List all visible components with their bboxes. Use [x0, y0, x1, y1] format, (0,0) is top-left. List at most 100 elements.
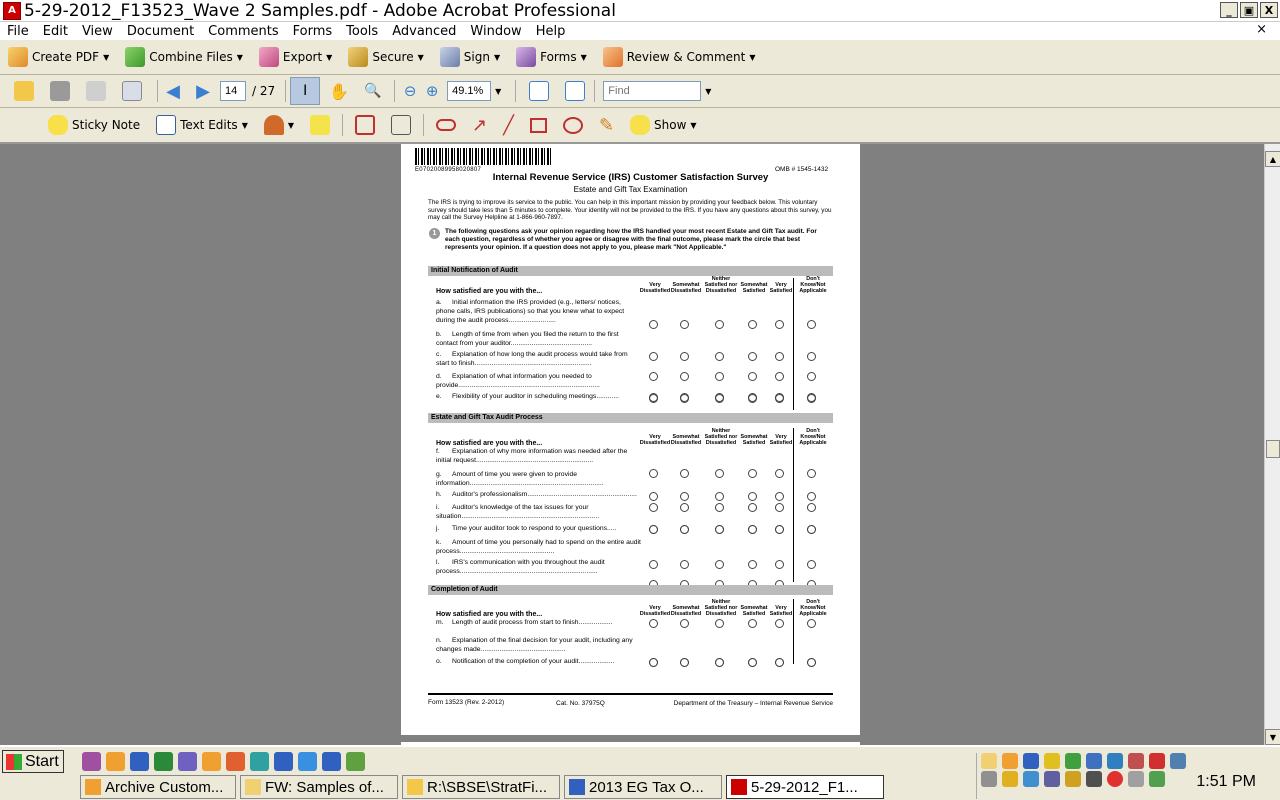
stamp-button[interactable]: ▼: [256, 115, 302, 135]
rating-radio[interactable]: [748, 503, 757, 512]
menu-window[interactable]: Window: [463, 24, 528, 39]
rating-radio[interactable]: [775, 560, 784, 569]
tray-chat-icon[interactable]: [1065, 753, 1081, 769]
rating-radio[interactable]: [748, 393, 757, 402]
tray-app-icon[interactable]: [1107, 753, 1123, 769]
tray-display-icon[interactable]: [1086, 771, 1102, 787]
rating-radio[interactable]: [775, 372, 784, 381]
rating-radio[interactable]: [807, 320, 816, 329]
rating-radio[interactable]: [680, 658, 689, 667]
quicklaunch-excel-icon[interactable]: [154, 752, 173, 771]
rating-radio[interactable]: [748, 492, 757, 501]
quicklaunch-ie-icon[interactable]: [298, 752, 317, 771]
rating-radio[interactable]: [649, 372, 658, 381]
rating-radio[interactable]: [807, 503, 816, 512]
select-tool-button[interactable]: I: [290, 77, 321, 105]
rating-radio[interactable]: [680, 352, 689, 361]
find-input[interactable]: [603, 81, 702, 101]
scroll-up-icon[interactable]: ▲: [1265, 151, 1280, 167]
save-button[interactable]: [85, 80, 107, 102]
rating-radio[interactable]: [649, 619, 658, 628]
rating-radio[interactable]: [715, 503, 724, 512]
zoom-in-button[interactable]: ⊕: [421, 80, 443, 102]
rating-radio[interactable]: [649, 658, 658, 667]
quicklaunch-clock-icon[interactable]: [106, 752, 125, 771]
restore-button[interactable]: ▣: [1240, 2, 1258, 18]
rating-radio[interactable]: [775, 525, 784, 534]
rating-radio[interactable]: [649, 352, 658, 361]
tray-app-icon[interactable]: [1065, 771, 1081, 787]
rating-radio[interactable]: [680, 503, 689, 512]
tray-help-icon[interactable]: [1107, 771, 1123, 787]
menu-forms[interactable]: Forms: [286, 24, 340, 39]
rating-radio[interactable]: [807, 469, 816, 478]
rating-radio[interactable]: [807, 560, 816, 569]
menu-tools[interactable]: Tools: [339, 24, 385, 39]
tray-key-icon[interactable]: [1002, 771, 1018, 787]
review-comment-button[interactable]: Review & Comment ▼: [595, 47, 764, 67]
quicklaunch-word-icon[interactable]: [274, 752, 293, 771]
next-page-button[interactable]: ▶: [192, 80, 214, 102]
tray-network-icon[interactable]: [1023, 753, 1039, 769]
scroll-thumb[interactable]: [1266, 440, 1280, 458]
rating-radio[interactable]: [649, 393, 658, 402]
rating-radio[interactable]: [807, 393, 816, 402]
rating-radio[interactable]: [715, 352, 724, 361]
rating-radio[interactable]: [748, 469, 757, 478]
menu-file[interactable]: File: [0, 24, 36, 39]
show-button[interactable]: Show ▼: [622, 115, 705, 135]
rating-radio[interactable]: [715, 525, 724, 534]
document-viewport[interactable]: E07020089958020807 OMB # 1545-1432 Inter…: [0, 144, 1264, 745]
rating-radio[interactable]: [748, 658, 757, 667]
rating-radio[interactable]: [807, 658, 816, 667]
rating-radio[interactable]: [715, 469, 724, 478]
pencil-button[interactable]: ✎: [591, 115, 622, 136]
rating-radio[interactable]: [649, 469, 658, 478]
create-pdf-button[interactable]: Create PDF ▼: [0, 47, 117, 67]
start-button[interactable]: Start: [2, 750, 64, 773]
quicklaunch-app-icon[interactable]: [82, 752, 101, 771]
arrow-button[interactable]: ↗: [464, 115, 495, 136]
rating-radio[interactable]: [680, 560, 689, 569]
open-button[interactable]: [13, 80, 35, 102]
export-button[interactable]: Export ▼: [251, 47, 340, 67]
zoom-tool-button[interactable]: 🔍: [362, 80, 384, 102]
zoom-level-input[interactable]: [447, 81, 492, 101]
rating-radio[interactable]: [715, 619, 724, 628]
secure-button[interactable]: Secure ▼: [340, 47, 431, 67]
rating-radio[interactable]: [807, 352, 816, 361]
quicklaunch-globe-icon[interactable]: [346, 752, 365, 771]
rating-radio[interactable]: [680, 320, 689, 329]
rating-radio[interactable]: [680, 492, 689, 501]
rating-radio[interactable]: [775, 503, 784, 512]
hand-tool-button[interactable]: ✋: [328, 80, 350, 102]
tray-clock-icon[interactable]: [1002, 753, 1018, 769]
rating-radio[interactable]: [748, 560, 757, 569]
rating-radio[interactable]: [715, 492, 724, 501]
menu-comments[interactable]: Comments: [201, 24, 285, 39]
minimize-button[interactable]: _: [1220, 2, 1238, 18]
rating-radio[interactable]: [649, 503, 658, 512]
rating-radio[interactable]: [649, 525, 658, 534]
quicklaunch-app-icon[interactable]: [322, 752, 341, 771]
forms-button[interactable]: Forms ▼: [508, 47, 595, 67]
rating-radio[interactable]: [748, 525, 757, 534]
rating-radio[interactable]: [775, 619, 784, 628]
fit-page-button[interactable]: [564, 80, 586, 102]
rating-radio[interactable]: [680, 469, 689, 478]
rating-radio[interactable]: [715, 393, 724, 402]
menu-document[interactable]: Document: [120, 24, 201, 39]
rectangle-button[interactable]: [522, 117, 555, 133]
tray-app-icon[interactable]: [1044, 771, 1060, 787]
sticky-note-button[interactable]: Sticky Note: [40, 115, 148, 135]
rating-radio[interactable]: [807, 372, 816, 381]
rating-radio[interactable]: [649, 492, 658, 501]
rating-radio[interactable]: [775, 352, 784, 361]
menu-advanced[interactable]: Advanced: [385, 24, 463, 39]
menu-edit[interactable]: Edit: [36, 24, 75, 39]
rating-radio[interactable]: [715, 658, 724, 667]
sign-button[interactable]: Sign ▼: [432, 47, 508, 67]
rating-radio[interactable]: [680, 619, 689, 628]
tray-app-icon[interactable]: [1086, 753, 1102, 769]
rating-radio[interactable]: [715, 372, 724, 381]
